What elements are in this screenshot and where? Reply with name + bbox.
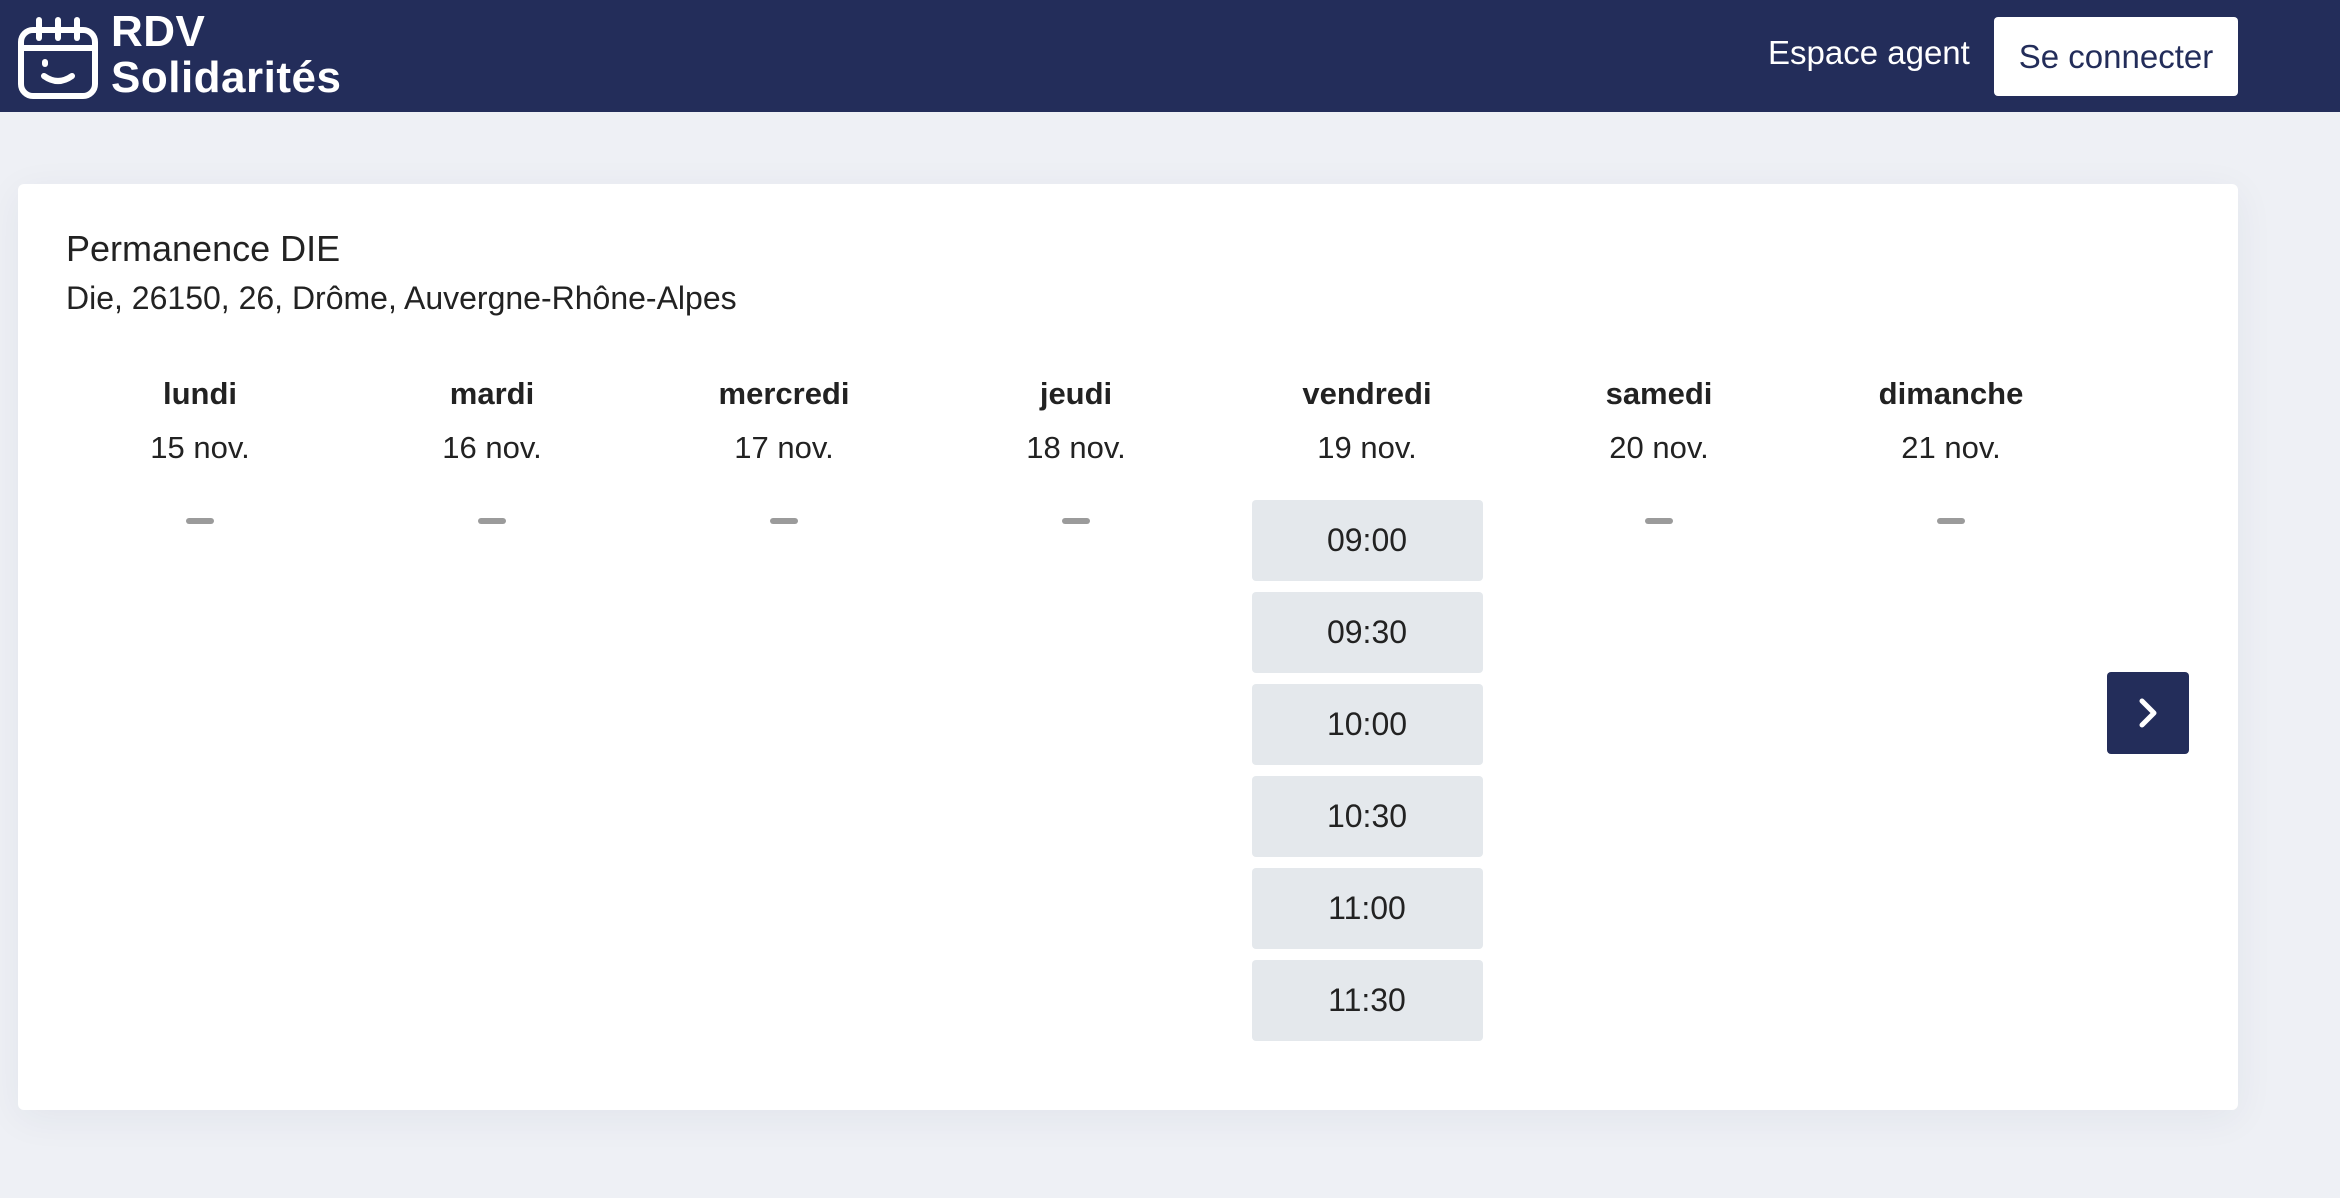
week-calendar: lundi 15 nov. mardi 16 nov. mercredi 17 … bbox=[18, 184, 2238, 1110]
time-slot-button[interactable]: 09:00 bbox=[1251, 500, 1483, 581]
day-column-sunday: dimanche 21 nov. bbox=[1821, 374, 2081, 524]
time-slot-button[interactable]: 11:00 bbox=[1251, 868, 1483, 949]
day-name: vendredi bbox=[1302, 376, 1432, 411]
day-date: 19 nov. bbox=[1317, 430, 1417, 465]
day-column-thursday: jeudi 18 nov. bbox=[946, 374, 1206, 524]
time-slot-button[interactable]: 10:00 bbox=[1251, 684, 1483, 765]
dash-icon bbox=[1937, 518, 1965, 524]
day-column-saturday: samedi 20 nov. bbox=[1529, 374, 1789, 524]
brand-line-2: Solidarités bbox=[111, 53, 342, 102]
dash-icon bbox=[186, 518, 214, 524]
day-date: 18 nov. bbox=[1026, 430, 1126, 465]
next-week-button[interactable] bbox=[2107, 672, 2189, 754]
dash-icon bbox=[478, 518, 506, 524]
day-column-tuesday: mardi 16 nov. bbox=[362, 374, 622, 524]
dash-icon bbox=[1645, 518, 1673, 524]
day-date: 20 nov. bbox=[1609, 430, 1709, 465]
day-date: 16 nov. bbox=[442, 430, 542, 465]
dash-icon bbox=[770, 518, 798, 524]
time-slot-button[interactable]: 10:30 bbox=[1251, 776, 1483, 857]
login-button[interactable]: Se connecter bbox=[1994, 17, 2238, 96]
day-date: 15 nov. bbox=[150, 430, 250, 465]
dash-icon bbox=[1062, 518, 1090, 524]
day-name: dimanche bbox=[1878, 376, 2024, 411]
day-name: samedi bbox=[1605, 376, 1713, 411]
calendar-smile-icon bbox=[18, 17, 98, 99]
day-name: mardi bbox=[449, 376, 535, 411]
time-slot-button[interactable]: 09:30 bbox=[1251, 592, 1483, 673]
brand-name: RDV Solidarités bbox=[111, 9, 341, 101]
day-date: 17 nov. bbox=[734, 430, 834, 465]
day-name: jeudi bbox=[1039, 376, 1113, 411]
day-name: mercredi bbox=[718, 376, 850, 411]
brand-logo-link[interactable]: RDV Solidarités bbox=[17, 9, 341, 102]
availability-card: Permanence DIE Die, 26150, 26, Drôme, Au… bbox=[18, 184, 2238, 1110]
day-column-wednesday: mercredi 17 nov. bbox=[654, 374, 914, 524]
top-navbar: RDV Solidarités Espace agent Se connecte… bbox=[0, 0, 2340, 112]
time-slot-list: 09:00 09:30 10:00 10:30 11:00 11:30 bbox=[1237, 500, 1497, 1052]
day-column-friday: vendredi 19 nov. 09:00 09:30 10:00 10:30… bbox=[1237, 374, 1497, 1052]
day-date: 21 nov. bbox=[1901, 430, 2001, 465]
day-column-monday: lundi 15 nov. bbox=[70, 374, 330, 524]
time-slot-button[interactable]: 11:30 bbox=[1251, 960, 1483, 1041]
agent-space-link[interactable]: Espace agent bbox=[1768, 34, 1970, 72]
chevron-right-icon bbox=[2139, 698, 2157, 728]
day-name: lundi bbox=[162, 376, 238, 411]
brand-line-1: RDV bbox=[111, 7, 206, 56]
